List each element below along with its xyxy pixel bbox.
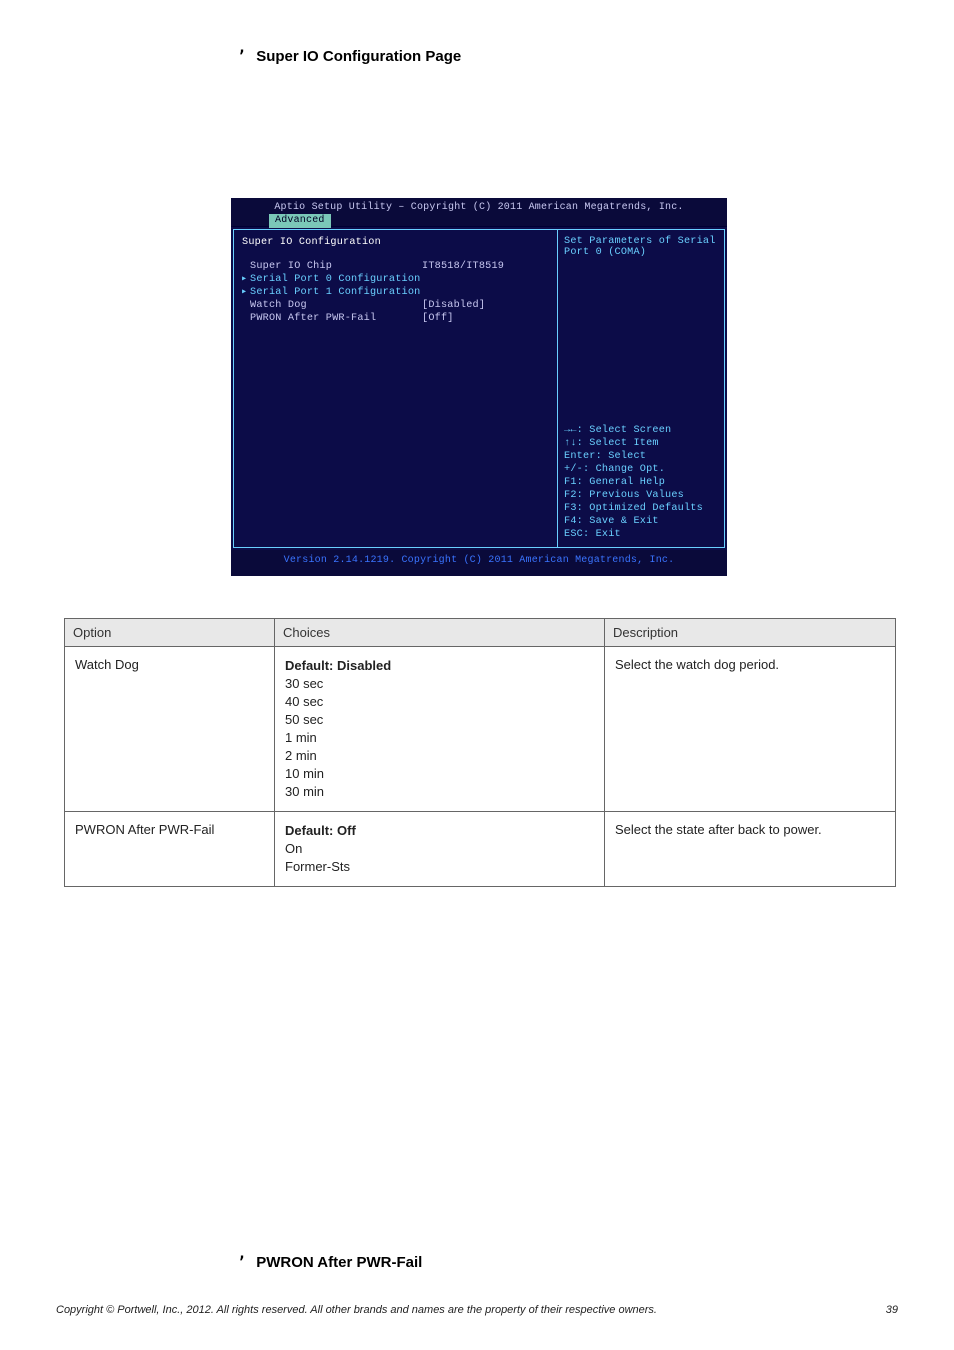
choice: 1 min <box>285 729 594 747</box>
submenu-arrow-icon: ▸ <box>241 273 247 286</box>
bios-submenu-serial1[interactable]: Serial Port 1 Configuration <box>242 286 422 299</box>
bios-key-line: F4: Save & Exit <box>564 515 718 528</box>
cell-option: PWRON After PWR-Fail <box>65 812 275 887</box>
bios-item-value: IT8518/IT8519 <box>422 260 504 273</box>
bios-item-pwron-label[interactable]: PWRON After PWR-Fail <box>242 312 422 325</box>
bios-header: Aptio Setup Utility – Copyright (C) 2011… <box>231 198 727 226</box>
cell-choices: Default: Off On Former-Sts <box>275 812 605 887</box>
cell-option: Watch Dog <box>65 647 275 812</box>
choice: 2 min <box>285 747 594 765</box>
choice-default: Default: Disabled <box>285 658 391 673</box>
bios-key-help: →←: Select Screen ↑↓: Select Item Enter:… <box>564 424 718 541</box>
bios-submenu-serial0[interactable]: Serial Port 0 Configuration <box>242 273 422 286</box>
choice: 10 min <box>285 765 594 783</box>
bios-key-line: ESC: Exit <box>564 528 718 541</box>
section-heading-bottom: PWRON After PWR-Fail <box>256 1254 422 1271</box>
bios-footer: Version 2.14.1219. Copyright (C) 2011 Am… <box>231 550 727 572</box>
bios-key-line: +/-: Change Opt. <box>564 463 718 476</box>
bios-left-panel: Super IO Configuration Super IO ChipIT85… <box>233 229 557 548</box>
tab-advanced[interactable]: Advanced <box>269 214 331 228</box>
choice: 30 sec <box>285 675 594 693</box>
choice: Former-Sts <box>285 858 594 876</box>
bios-body: Super IO Configuration Super IO ChipIT85… <box>231 226 727 550</box>
bios-title: Aptio Setup Utility – Copyright (C) 2011… <box>231 200 727 213</box>
cell-choices: Default: Disabled 30 sec 40 sec 50 sec 1… <box>275 647 605 812</box>
bios-item-watchdog-value[interactable]: [Disabled] <box>422 299 485 312</box>
bullet-icon: ’ <box>237 47 246 65</box>
table-row: PWRON After PWR-Fail Default: Off On For… <box>65 812 896 887</box>
bios-item-label: Super IO Chip <box>242 260 422 273</box>
bios-screenshot: Aptio Setup Utility – Copyright (C) 2011… <box>231 198 727 576</box>
choice: 30 min <box>285 783 594 801</box>
bios-section-title: Super IO Configuration <box>242 236 422 249</box>
page-footer: Copyright © Portwell, Inc., 2012. All ri… <box>56 1304 898 1316</box>
cell-description: Select the watch dog period. <box>605 647 896 812</box>
choice: 50 sec <box>285 711 594 729</box>
bios-help-description: Set Parameters of Serial Port 0 (COMA) <box>564 236 718 258</box>
cell-description: Select the state after back to power. <box>605 812 896 887</box>
bios-right-panel: Set Parameters of Serial Port 0 (COMA) →… <box>557 229 725 548</box>
table-row: Watch Dog Default: Disabled 30 sec 40 se… <box>65 647 896 812</box>
bios-key-line: Enter: Select <box>564 450 718 463</box>
col-option: Option <box>65 619 275 647</box>
section-heading-top: Super IO Configuration Page <box>256 48 461 65</box>
col-description: Description <box>605 619 896 647</box>
copyright-text: Copyright © Portwell, Inc., 2012. All ri… <box>56 1304 657 1316</box>
bios-item-watchdog-label[interactable]: Watch Dog <box>242 299 422 312</box>
bios-key-line: F3: Optimized Defaults <box>564 502 718 515</box>
submenu-arrow-icon: ▸ <box>241 286 247 299</box>
bios-key-line: F2: Previous Values <box>564 489 718 502</box>
bios-key-line: ↑↓: Select Item <box>564 437 718 450</box>
choice-default: Default: Off <box>285 823 356 838</box>
bios-key-line: F1: General Help <box>564 476 718 489</box>
col-choices: Choices <box>275 619 605 647</box>
page-number: 39 <box>886 1304 898 1316</box>
bullet-icon: ’ <box>237 1253 246 1271</box>
table-header-row: Option Choices Description <box>65 619 896 647</box>
choice: 40 sec <box>285 693 594 711</box>
options-table: Option Choices Description Watch Dog Def… <box>64 618 896 887</box>
bios-item-pwron-value[interactable]: [Off] <box>422 312 454 325</box>
choice: On <box>285 840 594 858</box>
bios-key-line: →←: Select Screen <box>564 424 718 437</box>
